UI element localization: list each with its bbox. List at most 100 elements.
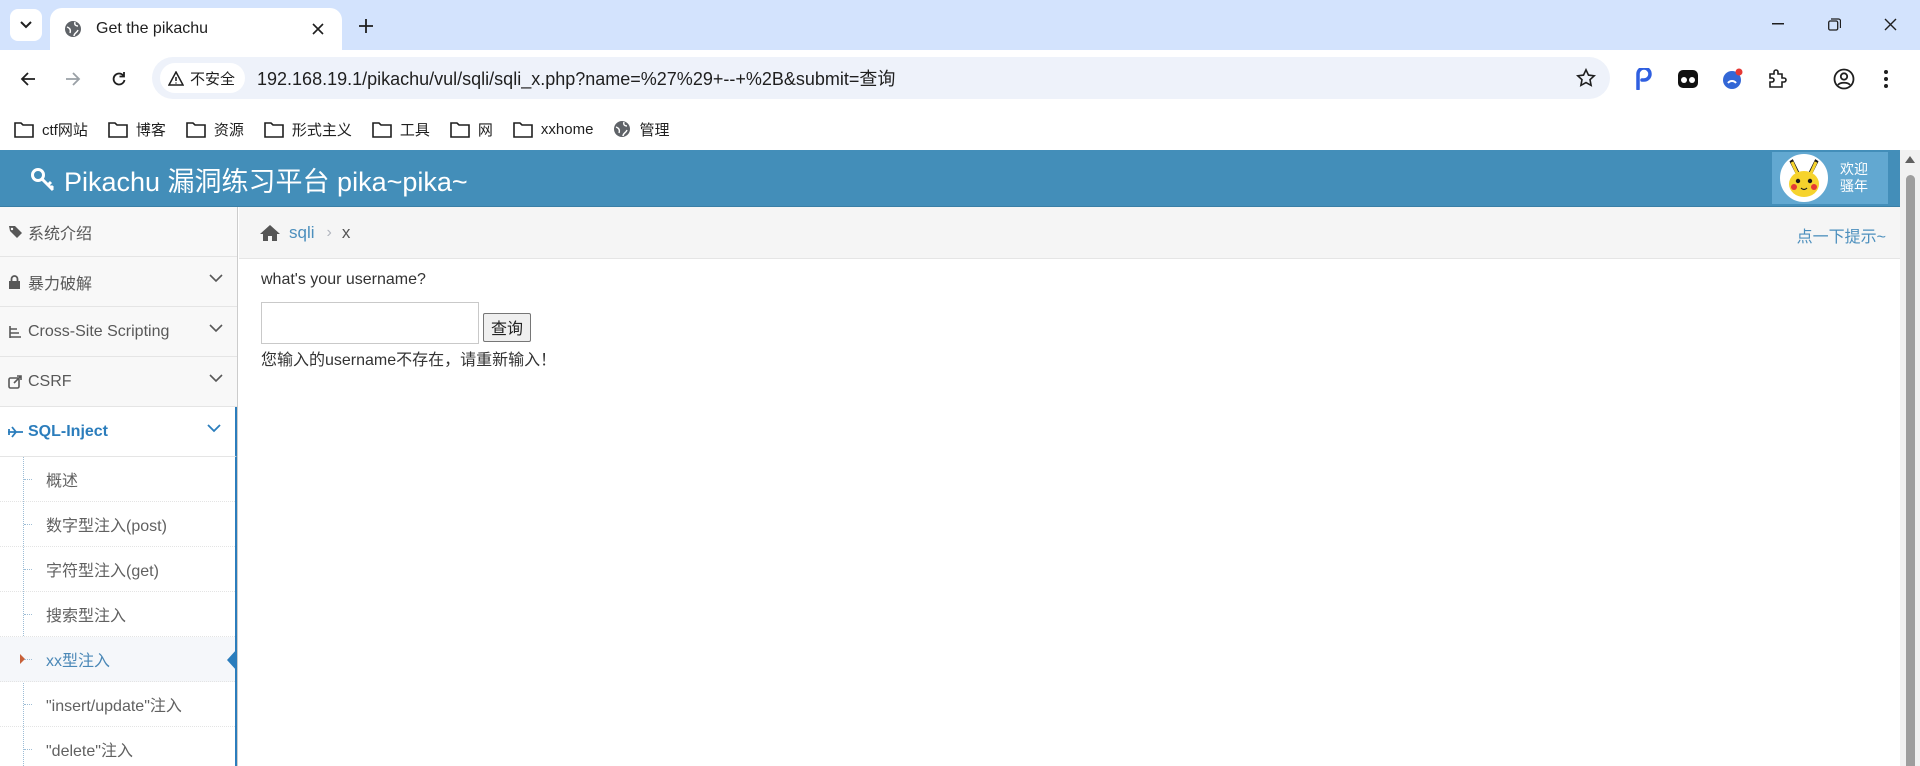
- breadcrumb-separator: ›: [326, 223, 332, 241]
- tab-search-button[interactable]: [10, 9, 42, 41]
- chevron-down-icon: [207, 424, 221, 433]
- folder-icon: [513, 121, 533, 138]
- bookmark-item[interactable]: 博客: [108, 119, 166, 140]
- bookmark-label: xxhome: [540, 120, 594, 138]
- insecure-label: 不安全: [190, 70, 236, 88]
- new-tab-button[interactable]: [352, 12, 380, 40]
- bookmark-label: ctf网站: [42, 121, 88, 139]
- globe-icon: [64, 20, 82, 38]
- sidebar-item-label: 暴力破解: [28, 275, 93, 293]
- sidebar-item-intro[interactable]: 系统介绍: [0, 207, 237, 257]
- bookmark-star-icon[interactable]: [1576, 68, 1596, 88]
- submenu-item-label: xx型注入: [46, 653, 111, 670]
- security-chip[interactable]: 不安全: [160, 63, 246, 93]
- sidebar-item-label: Cross-Site Scripting: [28, 322, 170, 340]
- profile-icon[interactable]: [1832, 67, 1856, 91]
- breadcrumb-current: x: [341, 222, 351, 242]
- brand[interactable]: Pikachu 漏洞练习平台 pika~pika~: [30, 160, 468, 199]
- sidebar-item-label: CSRF: [28, 372, 72, 390]
- sidebar-item-xss[interactable]: Cross-Site Scripting: [0, 307, 237, 357]
- arrow-left-icon: [20, 72, 35, 86]
- question-label: what's your username?: [261, 271, 426, 288]
- user-name: 骚年: [1840, 178, 1868, 194]
- breadcrumb-link[interactable]: sqli: [289, 223, 315, 243]
- username-input[interactable]: [261, 302, 479, 344]
- tags-icon: [8, 225, 26, 239]
- bookmark-item[interactable]: xxhome: [513, 120, 594, 138]
- hint-link[interactable]: 点一下提示~: [1797, 223, 1886, 247]
- bookmark-label: 形式主义: [291, 121, 352, 139]
- plus-icon: [359, 19, 373, 33]
- pikachu-icon: [1789, 159, 1819, 197]
- breadcrumb: sqli › x 点一下提示~: [239, 207, 1900, 259]
- reload-icon: [112, 72, 126, 86]
- submenu-item-label: "insert/update"注入: [46, 698, 182, 715]
- bookmark-item[interactable]: 网: [450, 119, 493, 140]
- sidebar-item-sql-inject[interactable]: SQL-Inject: [0, 407, 237, 457]
- restore-icon: [1827, 17, 1841, 31]
- scroll-up-arrow[interactable]: [1905, 156, 1915, 163]
- bookmark-item[interactable]: 资源: [186, 119, 244, 140]
- caret-right-icon: [20, 654, 25, 664]
- chevron-down-icon: [20, 21, 32, 29]
- page-header: Pikachu 漏洞练习平台 pika~pika~ 欢迎 骚年: [0, 150, 1900, 207]
- folder-icon: [186, 121, 206, 138]
- restore-button[interactable]: [1816, 8, 1852, 40]
- close-window-button[interactable]: [1872, 8, 1908, 40]
- folder-icon: [372, 121, 392, 138]
- submit-button[interactable]: 查询: [483, 312, 532, 342]
- chevron-down-icon: [209, 274, 223, 283]
- user-menu[interactable]: 欢迎 骚年: [1772, 152, 1888, 204]
- minimize-button[interactable]: [1760, 8, 1796, 40]
- sidebar-item-label: SQL-Inject: [28, 422, 109, 440]
- sidebar-item-label: 系统介绍: [28, 225, 93, 243]
- page-body: what's your username? 查询 您输入的username不存在…: [239, 259, 1900, 382]
- extension-translate-icon[interactable]: [1720, 67, 1744, 91]
- web-page: Pikachu 漏洞练习平台 pika~pika~ 欢迎 骚年 系统介绍 暴力破…: [0, 150, 1920, 766]
- chevron-down-icon: [209, 374, 223, 383]
- submenu-item-search[interactable]: 搜索型注入: [0, 592, 235, 637]
- submenu-item-insert-update[interactable]: "insert/update"注入: [0, 682, 235, 727]
- scrollbar-thumb[interactable]: [1906, 175, 1915, 766]
- extensions-puzzle-icon[interactable]: [1765, 67, 1789, 91]
- arrow-right-icon: [66, 72, 81, 86]
- menu-kebab-icon[interactable]: [1874, 67, 1898, 91]
- submenu-item-string-get[interactable]: 字符型注入(get): [0, 547, 235, 592]
- reload-button[interactable]: [104, 64, 134, 94]
- url-text[interactable]: 192.168.19.1/pikachu/vul/sqli/sqli_x.php…: [257, 65, 895, 91]
- bookmark-label: 管理: [639, 121, 670, 139]
- browser-tab[interactable]: Get the pikachu: [50, 8, 342, 50]
- page-scrollbar[interactable]: [1900, 150, 1920, 766]
- submenu-item-overview[interactable]: 概述: [0, 457, 235, 502]
- submenu-item-numeric-post[interactable]: 数字型注入(post): [0, 502, 235, 547]
- bookmark-label: 工具: [399, 121, 430, 139]
- sidebar-item-csrf[interactable]: CSRF: [0, 357, 237, 407]
- sidebar: 系统介绍 暴力破解 Cross-Site Scripting CSRF SQL-…: [0, 207, 238, 766]
- key-icon: [31, 167, 55, 191]
- back-button[interactable]: [13, 64, 43, 94]
- submenu-item-delete[interactable]: "delete"注入: [0, 727, 235, 766]
- folder-icon: [450, 121, 470, 138]
- bookmark-item[interactable]: 工具: [372, 119, 430, 140]
- submenu-item-label: 字符型注入(get): [46, 563, 159, 580]
- forward-button[interactable]: [58, 64, 88, 94]
- extension-p-icon[interactable]: [1632, 67, 1656, 91]
- address-bar[interactable]: 不安全 192.168.19.1/pikachu/vul/sqli/sqli_x…: [152, 57, 1610, 99]
- sidebar-item-brute-force[interactable]: 暴力破解: [0, 257, 237, 307]
- bookmark-item[interactable]: ctf网站: [14, 119, 88, 140]
- bookmark-label: 网: [477, 121, 493, 139]
- active-pointer: [227, 649, 237, 671]
- bookmark-item[interactable]: 形式主义: [264, 119, 352, 140]
- folder-icon: [108, 121, 128, 138]
- warning-icon: [168, 70, 184, 86]
- result-message: 您输入的username不存在，请重新输入！: [261, 352, 557, 369]
- close-tab-icon[interactable]: [308, 19, 328, 39]
- main-content: sqli › x 点一下提示~ what's your username? 查询…: [239, 207, 1900, 766]
- bookmark-item[interactable]: 管理: [613, 119, 669, 140]
- folder-icon: [264, 121, 284, 138]
- home-icon[interactable]: [259, 224, 281, 242]
- extension-mask-icon[interactable]: [1676, 67, 1700, 91]
- chevron-down-icon: [209, 324, 223, 333]
- minimize-icon: [1772, 23, 1784, 25]
- submenu-item-xx[interactable]: xx型注入: [0, 637, 237, 682]
